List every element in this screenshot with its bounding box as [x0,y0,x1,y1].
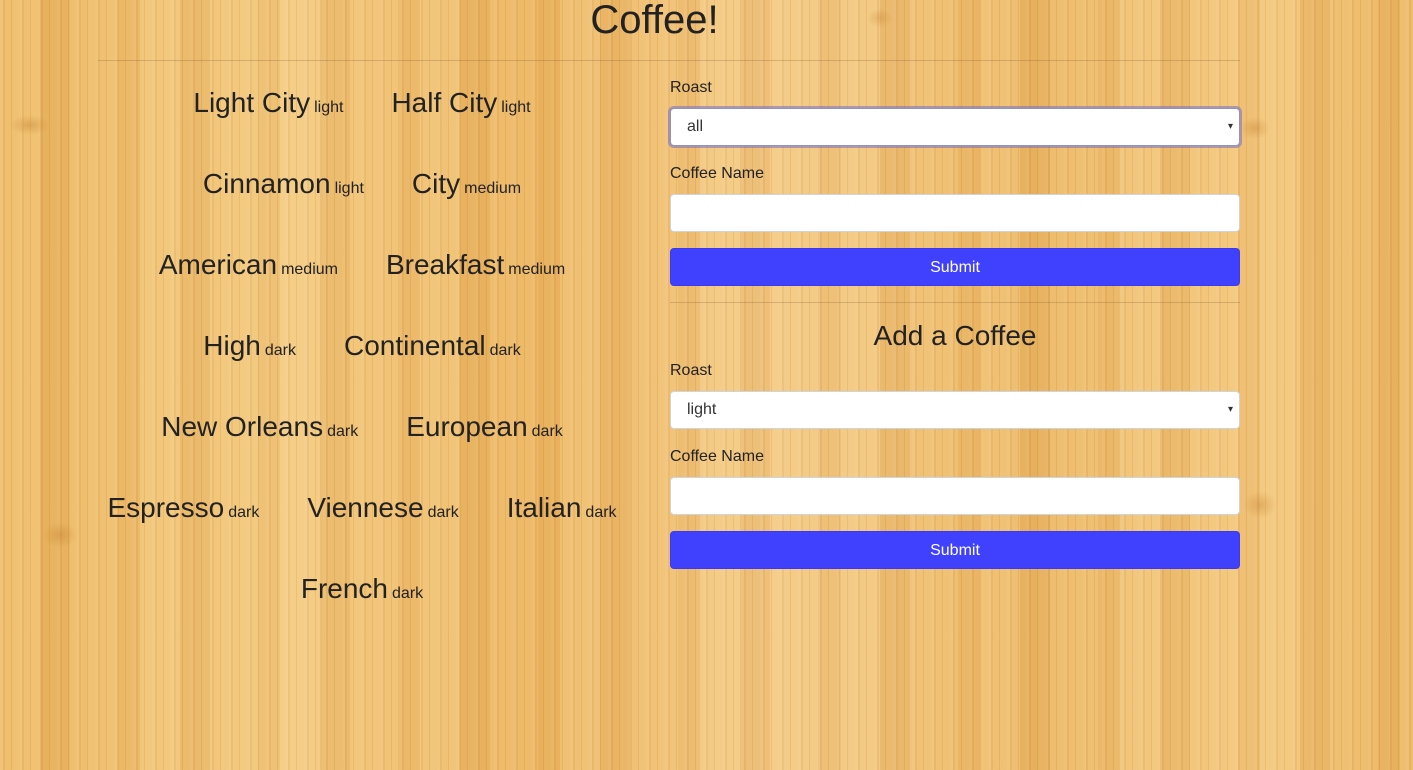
coffee-name: Light City [193,86,311,118]
form-divider [670,302,1240,303]
add-roast-select[interactable]: light ▾ [670,391,1240,429]
coffee-roast: dark [585,503,617,521]
add-coffee-form: Add a Coffee Roast light ▾ Coffee Name S… [670,319,1240,569]
chevron-down-icon: ▾ [1227,404,1233,415]
roast-label: Roast [670,79,712,96]
roast-select[interactable]: all ▾ [670,108,1240,146]
coffee-item: American medium [159,249,338,281]
coffee-name-label: Coffee Name [670,165,764,182]
add-submit-button[interactable]: Submit [670,531,1240,569]
roast-select-value: all [687,118,704,135]
add-roast-select-value: light [687,401,717,418]
coffee-roast: medium [281,260,338,278]
coffee-roast: dark [427,503,459,521]
chevron-down-icon: ▾ [1227,121,1233,132]
coffee-name-input[interactable] [670,194,1240,232]
coffee-roast: dark [264,341,296,359]
coffee-item: New Orleans dark [161,411,358,443]
coffee-roast: medium [508,260,566,278]
forms-panel: Roast all ▾ Coffee Name Submit Add a Cof… [670,70,1240,569]
coffee-name: City [411,167,461,199]
add-coffee-heading: Add a Coffee [873,320,1037,351]
coffee-row: Espresso dark Viennese dark Italian dark [98,467,626,548]
coffee-item: Italian dark [507,492,617,524]
coffee-name: High [203,329,261,361]
coffee-item: Cinnamon light [203,168,364,200]
coffee-name: American [158,248,278,280]
coffee-list: Light City light Half City light Cinnamon l… [98,62,626,629]
coffee-row: New Orleans dark European dark [98,386,626,467]
filter-form: Roast all ▾ Coffee Name Submit [670,78,1240,286]
coffee-roast: dark [489,341,521,359]
coffee-item: Viennese dark [307,492,458,524]
page-title: Coffee! [590,0,719,42]
title-divider [98,60,1240,61]
coffee-name: Viennese [307,491,424,523]
coffee-item: Espresso dark [107,492,259,524]
coffee-roast: dark [531,422,563,440]
coffee-row: High dark Continental dark [98,305,626,386]
coffee-row: American medium Breakfast medium [98,224,626,305]
coffee-roast: dark [392,584,424,602]
coffee-name: French [300,572,389,604]
coffee-item: High dark [203,330,296,362]
coffee-name: Half City [391,86,498,118]
coffee-item: Light City light [193,87,343,119]
coffee-name: European [406,410,528,442]
coffee-roast: light [314,98,344,116]
coffee-item: European dark [406,411,563,443]
coffee-roast: medium [464,179,522,197]
coffee-name: New Orleans [161,410,324,442]
coffee-name: Cinnamon [202,167,331,199]
submit-button[interactable]: Submit [670,248,1240,286]
add-coffee-name-label: Coffee Name [670,448,764,465]
add-roast-label: Roast [670,362,712,379]
coffee-roast: dark [228,503,260,521]
coffee-row: Light City light Half City light [98,62,626,143]
coffee-item: French dark [301,573,423,605]
coffee-name: Breakfast [385,248,505,280]
add-coffee-name-input[interactable] [670,477,1240,515]
coffee-row: Cinnamon light City medium [98,143,626,224]
coffee-roast: light [501,98,531,116]
coffee-roast: dark [327,422,359,440]
coffee-item: Half City light [391,87,530,119]
coffee-row: French dark [98,548,626,629]
coffee-item: Breakfast medium [386,249,565,281]
coffee-roast: light [334,179,364,197]
coffee-name: Espresso [107,491,225,523]
coffee-name: Italian [506,491,582,523]
coffee-name: Continental [343,329,486,361]
coffee-item: City medium [412,168,521,200]
coffee-item: Continental dark [344,330,521,362]
